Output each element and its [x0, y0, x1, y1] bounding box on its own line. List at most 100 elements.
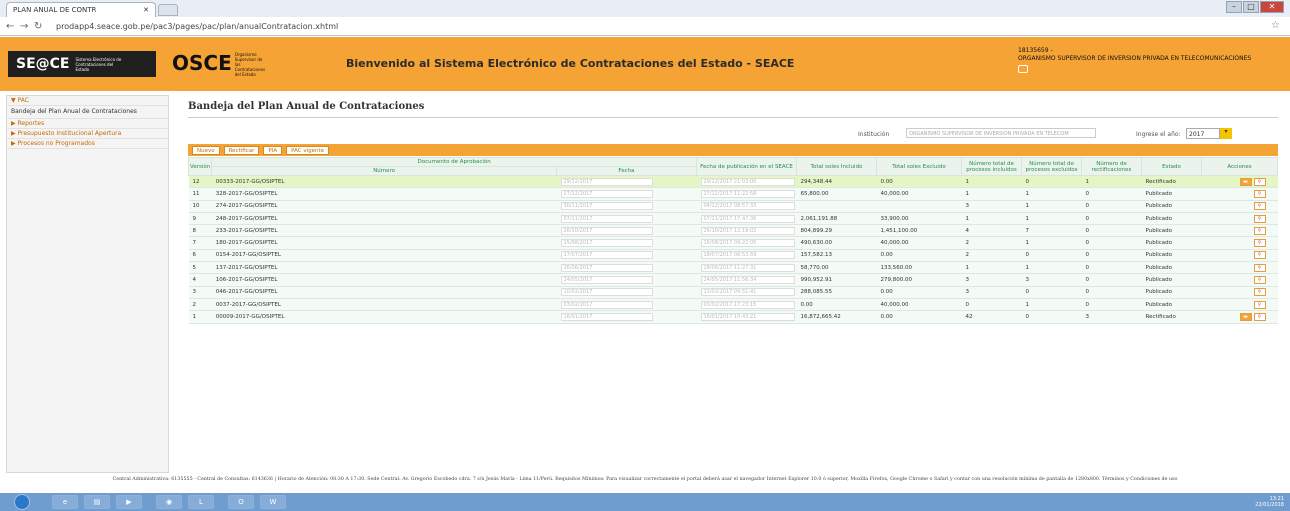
excl-cell: 133,560.00 [876, 261, 962, 275]
search-icon[interactable]: ⚲ [1253, 177, 1266, 186]
maximize-button[interactable]: □ [1243, 1, 1259, 13]
fecha-field[interactable]: 03/02/2017 [560, 300, 653, 309]
folder-icon[interactable]: ▬ [1239, 312, 1252, 321]
media-icon[interactable]: ▶ [116, 495, 142, 509]
nexcl-cell: 1 [1021, 212, 1082, 226]
outlook-icon[interactable]: O [228, 495, 254, 509]
sidebar-item-procesos[interactable]: ▶ Procesos no Programados [7, 139, 168, 149]
pub-field[interactable]: 28/06/2017 11:27:31 [700, 263, 795, 272]
chevron-down-icon[interactable]: ▾ [1220, 128, 1232, 139]
search-icon[interactable]: ⚲ [1253, 239, 1266, 248]
seace-logo: SE@CE Sistema Electrónico de Contratacion… [8, 51, 156, 77]
lync-icon[interactable]: L [188, 495, 214, 509]
institution-label: Institución [858, 131, 890, 138]
nexcl-cell: 7 [1021, 224, 1082, 238]
fecha-field[interactable]: 29/12/2017 [560, 177, 653, 186]
pia-button[interactable]: PIA [263, 145, 283, 155]
close-icon[interactable]: ✕ [143, 6, 149, 14]
search-icon[interactable]: ⚲ [1253, 226, 1266, 235]
incl-cell: 288,085.55 [796, 286, 877, 299]
explorer-icon[interactable]: ▤ [84, 495, 110, 509]
table-row[interactable]: 1 00009-2017-GG/OSIPTEL 16/01/2017 16/01/20… [188, 310, 1278, 324]
year-select[interactable]: 2017 [1186, 128, 1220, 139]
fecha-field[interactable]: 26/10/2017 [560, 226, 653, 235]
browser-tab[interactable]: PLAN ANUAL DE CONTR ✕ [6, 2, 156, 17]
numero-cell: 328-2017-GG/OSIPTEL [211, 187, 557, 201]
new-tab-button[interactable] [158, 4, 178, 16]
pub-field[interactable]: 29/12/2017 21:03:00 [700, 177, 795, 186]
search-icon[interactable]: ⚲ [1253, 312, 1266, 321]
fecha-cell: 24/05/2017 [556, 273, 697, 287]
incl-cell: 58,770.00 [796, 261, 877, 275]
search-icon[interactable]: ⚲ [1253, 214, 1266, 223]
sidebar-item-reportes[interactable]: ▶ Reportes [7, 119, 168, 129]
star-icon[interactable]: ☆ [1271, 20, 1280, 31]
fecha-field[interactable]: 15/08/2017 [560, 239, 653, 248]
pub-field[interactable]: 04/12/2017 08:57:33 [700, 202, 795, 211]
incl-cell: 65,800.00 [796, 187, 877, 201]
fecha-field[interactable]: 17/07/2017 [560, 251, 653, 260]
fecha-field[interactable]: 24/05/2017 [560, 276, 653, 285]
nincl-cell: 42 [961, 310, 1022, 324]
table-row[interactable]: 11 328-2017-GG/OSIPTEL 27/12/2017 27/12/201… [188, 187, 1278, 201]
chrome-icon[interactable]: ◉ [156, 495, 182, 509]
pac-vigente-button[interactable]: PAC vigente [286, 145, 330, 155]
logout-icon[interactable] [1018, 65, 1028, 73]
search-icon[interactable]: ⚲ [1253, 189, 1266, 198]
sidebar-item-pac[interactable]: ▼ PAC [7, 96, 168, 106]
incl-cell: 490,630.00 [796, 236, 877, 250]
fecha-field[interactable]: 26/06/2017 [560, 263, 653, 272]
pub-field[interactable]: 26/10/2017 12:19:02 [700, 226, 795, 235]
table-row[interactable]: 2 0037-2017-GG/OSIPTEL 03/02/2017 03/02/201… [188, 298, 1278, 312]
version-cell: 2 [188, 298, 212, 312]
ie-icon[interactable]: e [52, 495, 78, 509]
institution-field[interactable]: ORGANISMO SUPERVISOR DE INVERSION PRIVAD… [906, 128, 1096, 138]
fecha-field[interactable]: 27/12/2017 [560, 189, 653, 198]
pub-field[interactable]: 03/02/2017 17:23:15 [700, 300, 795, 309]
nuevo-button[interactable]: Nuevo [192, 145, 220, 155]
pub-field[interactable]: 24/05/2017 11:56:34 [700, 276, 795, 285]
search-icon[interactable]: ⚲ [1253, 276, 1266, 285]
search-icon[interactable]: ⚲ [1253, 263, 1266, 272]
excl-cell: 0.00 [876, 249, 962, 263]
incl-cell: 2,061,191.88 [796, 212, 877, 226]
pub-field[interactable]: 13/02/2017 09:51:41 [700, 288, 795, 297]
word-icon[interactable]: W [260, 495, 286, 509]
table-row[interactable]: 8 233-2017-GG/OSIPTEL 26/10/2017 26/10/2017… [188, 224, 1278, 238]
minimize-button[interactable]: – [1226, 1, 1242, 13]
table-row[interactable]: 3 046-2017-GG/OSIPTEL 10/02/2017 13/02/2017… [188, 286, 1278, 299]
search-icon[interactable]: ⚲ [1253, 251, 1266, 260]
search-icon[interactable]: ⚲ [1253, 288, 1266, 297]
table-row[interactable]: 6 0154-2017-GG/OSIPTEL 17/07/2017 18/07/201… [188, 249, 1278, 263]
estado-cell: Rectificado [1141, 310, 1202, 324]
folder-icon[interactable]: ▬ [1239, 177, 1252, 186]
close-window-button[interactable]: ✕ [1260, 1, 1284, 13]
taskbar: e ▤ ▶ ◉ L O W 13:21 22/01/2018 [0, 493, 1290, 511]
fecha-field[interactable]: 30/11/2017 [560, 202, 653, 211]
url-input[interactable]: prodapp4.seace.gob.pe/pac3/pages/pac/pla… [56, 22, 338, 31]
sidebar-item-bandeja[interactable]: Bandeja del Plan Anual de Contrataciones [7, 106, 168, 119]
pub-field[interactable]: 16/01/2017 10:43:21 [700, 312, 795, 321]
table-row[interactable]: 12 00333-2017-GG/OSIPTEL 29/12/2017 29/12/2… [188, 175, 1278, 189]
search-icon[interactable]: ⚲ [1253, 202, 1266, 211]
rectificar-button[interactable]: Rectificar [223, 145, 260, 155]
fecha-field[interactable]: 10/02/2017 [560, 288, 653, 297]
table-row[interactable]: 9 248-2017-GG/OSIPTEL 07/11/2017 07/11/2017… [188, 212, 1278, 226]
table-row[interactable]: 10 274-2017-GG/OSIPTEL 30/11/2017 04/12/201… [188, 200, 1278, 213]
pub-field[interactable]: 27/12/2017 11:22:58 [700, 189, 795, 198]
fecha-field[interactable]: 16/01/2017 [560, 312, 653, 321]
search-icon[interactable]: ⚲ [1253, 300, 1266, 309]
forward-icon[interactable]: → [20, 21, 34, 32]
table-row[interactable]: 7 180-2017-GG/OSIPTEL 15/08/2017 16/08/2017… [188, 236, 1278, 250]
excl-cell: 0.00 [876, 310, 962, 324]
fecha-field[interactable]: 07/11/2017 [560, 214, 653, 223]
table-row[interactable]: 4 106-2017-GG/OSIPTEL 24/05/2017 24/05/2017… [188, 273, 1278, 287]
reload-icon[interactable]: ↻ [34, 21, 48, 32]
pub-field[interactable]: 07/11/2017 17:47:36 [700, 214, 795, 223]
table-row[interactable]: 5 137-2017-GG/OSIPTEL 26/06/2017 28/06/2017… [188, 261, 1278, 275]
pub-field[interactable]: 18/07/2017 08:53:59 [700, 251, 795, 260]
sidebar-item-presupuesto[interactable]: ▶ Presupuesto Institucional Apertura [7, 129, 168, 139]
back-icon[interactable]: ← [6, 21, 20, 32]
pub-field[interactable]: 16/08/2017 09:22:05 [700, 239, 795, 248]
start-button[interactable] [14, 494, 30, 510]
